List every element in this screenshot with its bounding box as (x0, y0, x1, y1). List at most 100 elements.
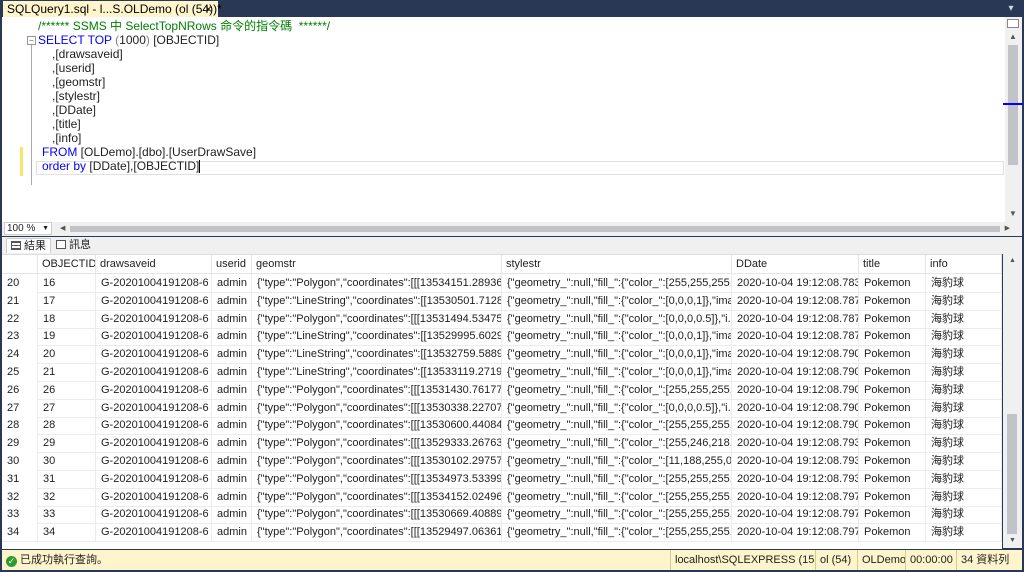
title-cell[interactable]: Pokemon (859, 469, 926, 488)
objectid-cell[interactable]: 20 (38, 345, 96, 364)
drawsaveid-cell[interactable]: G-20201004191208-6 (96, 487, 212, 506)
editor-vertical-scrollbar[interactable]: ▲ ▼ (1003, 17, 1023, 222)
scroll-left-icon[interactable]: ◀ (60, 224, 65, 232)
title-cell[interactable]: Pokemon (859, 452, 926, 470)
editor-horizontal-scrollbar[interactable]: ◀ ▶ (60, 224, 1010, 234)
stylestr-cell[interactable]: {"geometry_":null,"fill_":{"color_":[0,0… (502, 291, 732, 310)
stylestr-cell[interactable]: {"geometry_":null,"fill_":{"color_":[11,… (502, 452, 732, 470)
close-icon[interactable]: × (205, 1, 212, 17)
drawsaveid-cell[interactable]: G-20201004191208-6 (96, 469, 212, 488)
geomstr-cell[interactable]: {"type":"Polygon","coordinates":[[[13530… (252, 505, 502, 524)
info-cell[interactable]: 海豹球 (926, 416, 1002, 435)
drawsaveid-cell[interactable]: G-20201004191208-6 (96, 452, 212, 470)
info-cell[interactable]: 海豹球 (926, 469, 1002, 488)
info-cell[interactable]: 海豹球 (926, 434, 1002, 453)
scroll-up-icon[interactable]: ▲ (1009, 32, 1017, 41)
stylestr-cell[interactable]: {"geometry_":null,"fill_":{"color_":[255… (502, 434, 732, 453)
info-cell[interactable]: 海豹球 (926, 380, 1002, 399)
objectid-cell[interactable]: 32 (38, 487, 96, 506)
row-number[interactable]: 30 (2, 452, 38, 470)
row-number[interactable]: 29 (2, 434, 38, 453)
ddate-cell[interactable]: 2020-10-04 19:12:08.793 (732, 452, 859, 470)
title-cell[interactable]: Pokemon (859, 380, 926, 399)
drawsaveid-cell[interactable]: G-20201004191208-6 (96, 291, 212, 310)
drawsaveid-cell[interactable]: G-20201004191208-6 (96, 345, 212, 364)
stylestr-cell[interactable]: {"geometry_":null,"fill_":{"color_":[255… (502, 469, 732, 488)
geomstr-cell[interactable]: {"type":"LineString","coordinates":[[135… (252, 363, 502, 381)
title-cell[interactable]: Pokemon (859, 487, 926, 506)
objectid-cell[interactable]: 28 (38, 416, 96, 435)
results-grid[interactable]: OBJECTID drawsaveid userid geomstr stylestr D… (2, 254, 1002, 549)
ddate-cell[interactable]: 2020-10-04 19:12:08.787 (732, 327, 859, 346)
row-number[interactable]: 21 (2, 291, 38, 310)
scroll-right-icon[interactable]: ▶ (1005, 224, 1010, 232)
objectid-cell[interactable]: 19 (38, 327, 96, 346)
title-cell[interactable]: Pokemon (859, 523, 926, 542)
userid-cell[interactable]: admin (212, 416, 252, 435)
row-number[interactable]: 34 (2, 523, 38, 542)
stylestr-cell[interactable]: {"geometry_":null,"fill_":{"color_":[255… (502, 505, 732, 524)
ddate-cell[interactable]: 2020-10-04 19:12:08.787 (732, 309, 859, 328)
table-row[interactable]: 20 16 G-20201004191208-6 admin {"type":"Poly… (2, 274, 1002, 293)
objectid-cell[interactable]: 34 (38, 523, 96, 542)
objectid-cell[interactable]: 33 (38, 505, 96, 524)
row-number-header[interactable] (2, 255, 38, 273)
table-row[interactable]: 21 17 G-20201004191208-6 admin {"type":"Line… (2, 291, 1002, 311)
row-number[interactable]: 23 (2, 327, 38, 346)
drawsaveid-cell[interactable]: G-20201004191208-6 (96, 274, 212, 292)
geomstr-cell[interactable]: {"type":"Polygon","coordinates":[[[13530… (252, 452, 502, 470)
scroll-up-icon[interactable]: ▲ (1009, 257, 1016, 264)
title-cell[interactable]: Pokemon (859, 505, 926, 524)
drawsaveid-cell[interactable]: G-20201004191208-6 (96, 434, 212, 453)
row-number[interactable]: 28 (2, 416, 38, 435)
objectid-cell[interactable]: 31 (38, 469, 96, 488)
title-cell[interactable]: Pokemon (859, 309, 926, 328)
userid-cell[interactable]: admin (212, 363, 252, 381)
objectid-cell[interactable]: 21 (38, 363, 96, 381)
ddate-cell[interactable]: 2020-10-04 19:12:08.797 (732, 523, 859, 542)
userid-cell[interactable]: admin (212, 345, 252, 364)
table-row[interactable]: 26 26 G-20201004191208-6 admin {"type":"Poly… (2, 380, 1002, 400)
userid-cell[interactable]: admin (212, 452, 252, 470)
userid-cell[interactable]: admin (212, 487, 252, 506)
title-header[interactable]: title (859, 255, 926, 273)
stylestr-cell[interactable]: {"geometry_":null,"fill_":{"color_":[255… (502, 416, 732, 435)
title-cell[interactable]: Pokemon (859, 345, 926, 364)
geomstr-cell[interactable]: {"type":"Polygon","coordinates":[[[13530… (252, 398, 502, 417)
table-row[interactable]: 28 28 G-20201004191208-6 admin {"type":"Poly… (2, 416, 1002, 436)
objectid-cell[interactable]: 16 (38, 274, 96, 292)
table-row[interactable]: 31 31 G-20201004191208-6 admin {"type":"Poly… (2, 469, 1002, 489)
userid-cell[interactable]: admin (212, 309, 252, 328)
geomstr-header[interactable]: geomstr (252, 255, 502, 273)
drawsaveid-cell[interactable]: G-20201004191208-6 (96, 327, 212, 346)
tab-results[interactable]: 結果 (6, 238, 51, 253)
table-row[interactable]: 25 21 G-20201004191208-6 admin {"type":"Line… (2, 363, 1002, 382)
row-number[interactable]: 20 (2, 274, 38, 292)
tab-messages[interactable]: 訊息 (52, 238, 95, 253)
stylestr-cell[interactable]: {"geometry_":null,"fill_":{"color_":[0,0… (502, 345, 732, 364)
stylestr-header[interactable]: stylestr (502, 255, 732, 273)
userid-cell[interactable]: admin (212, 274, 252, 292)
grid-scroll-thumb[interactable] (1007, 414, 1017, 534)
ddate-cell[interactable]: 2020-10-04 19:12:08.790 (732, 363, 859, 381)
userid-cell[interactable]: admin (212, 398, 252, 417)
drawsaveid-cell[interactable]: G-20201004191208-6 (96, 398, 212, 417)
row-number[interactable]: 26 (2, 380, 38, 399)
objectid-cell[interactable]: 18 (38, 309, 96, 328)
row-number[interactable]: 25 (2, 363, 38, 381)
info-cell[interactable]: 海豹球 (926, 398, 1002, 417)
table-row[interactable]: 34 34 G-20201004191208-6 admin {"type":"Poly… (2, 523, 1002, 543)
grid-vertical-scrollbar[interactable]: ▲ ▼ (1003, 254, 1022, 548)
userid-header[interactable]: userid (212, 255, 252, 273)
objectid-cell[interactable]: 27 (38, 398, 96, 417)
geomstr-cell[interactable]: {"type":"Polygon","coordinates":[[[13531… (252, 309, 502, 328)
ddate-cell[interactable]: 2020-10-04 19:12:08.790 (732, 416, 859, 435)
drawsaveid-header[interactable]: drawsaveid (96, 255, 212, 273)
objectid-header[interactable]: OBJECTID (38, 255, 96, 273)
stylestr-cell[interactable]: {"geometry_":null,"fill_":{"color_":[255… (502, 487, 732, 506)
stylestr-cell[interactable]: {"geometry_":null,"fill_":{"color_":[255… (502, 523, 732, 542)
stylestr-cell[interactable]: {"geometry_":null,"fill_":{"color_":[0,0… (502, 363, 732, 381)
split-icon[interactable] (1007, 19, 1019, 28)
stylestr-cell[interactable]: {"geometry_":null,"fill_":{"color_":[0,0… (502, 398, 732, 417)
title-cell[interactable]: Pokemon (859, 398, 926, 417)
